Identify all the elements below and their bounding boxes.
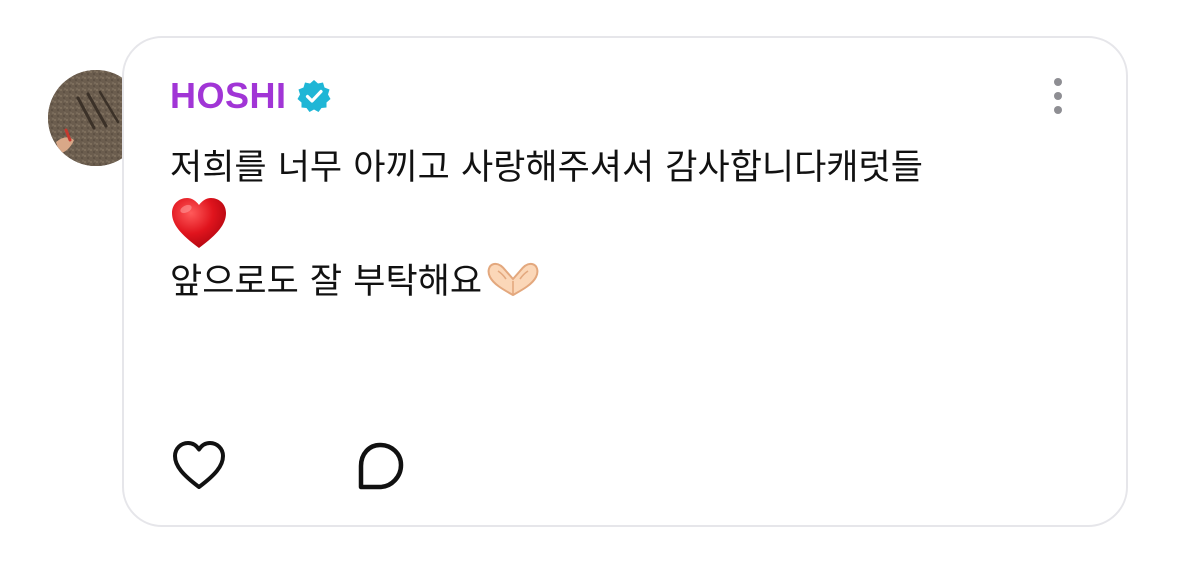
post-line-2-text: 앞으로도 잘 부탁해요 <box>170 262 483 302</box>
red-heart-emoji <box>170 196 1100 254</box>
verified-badge-icon <box>297 80 331 112</box>
heart-outline-icon[interactable] <box>172 440 226 492</box>
red-heart-icon <box>172 198 226 248</box>
more-options-icon[interactable] <box>1046 76 1070 116</box>
heart-hands-icon <box>487 262 539 297</box>
post-line-2: 앞으로도 잘 부탁해요 <box>170 254 1100 310</box>
post-text: 저희를 너무 아끼고 사랑해주셔서 감사합니다캐럿들 앞으로도 잘 부탁해요 <box>170 140 1100 310</box>
post-header: HOSHI <box>170 74 331 118</box>
post-line-1: 저희를 너무 아끼고 사랑해주셔서 감사합니다캐럿들 <box>170 148 923 188</box>
author-name[interactable]: HOSHI <box>170 75 287 117</box>
reply-bubble-icon[interactable] <box>354 440 406 492</box>
